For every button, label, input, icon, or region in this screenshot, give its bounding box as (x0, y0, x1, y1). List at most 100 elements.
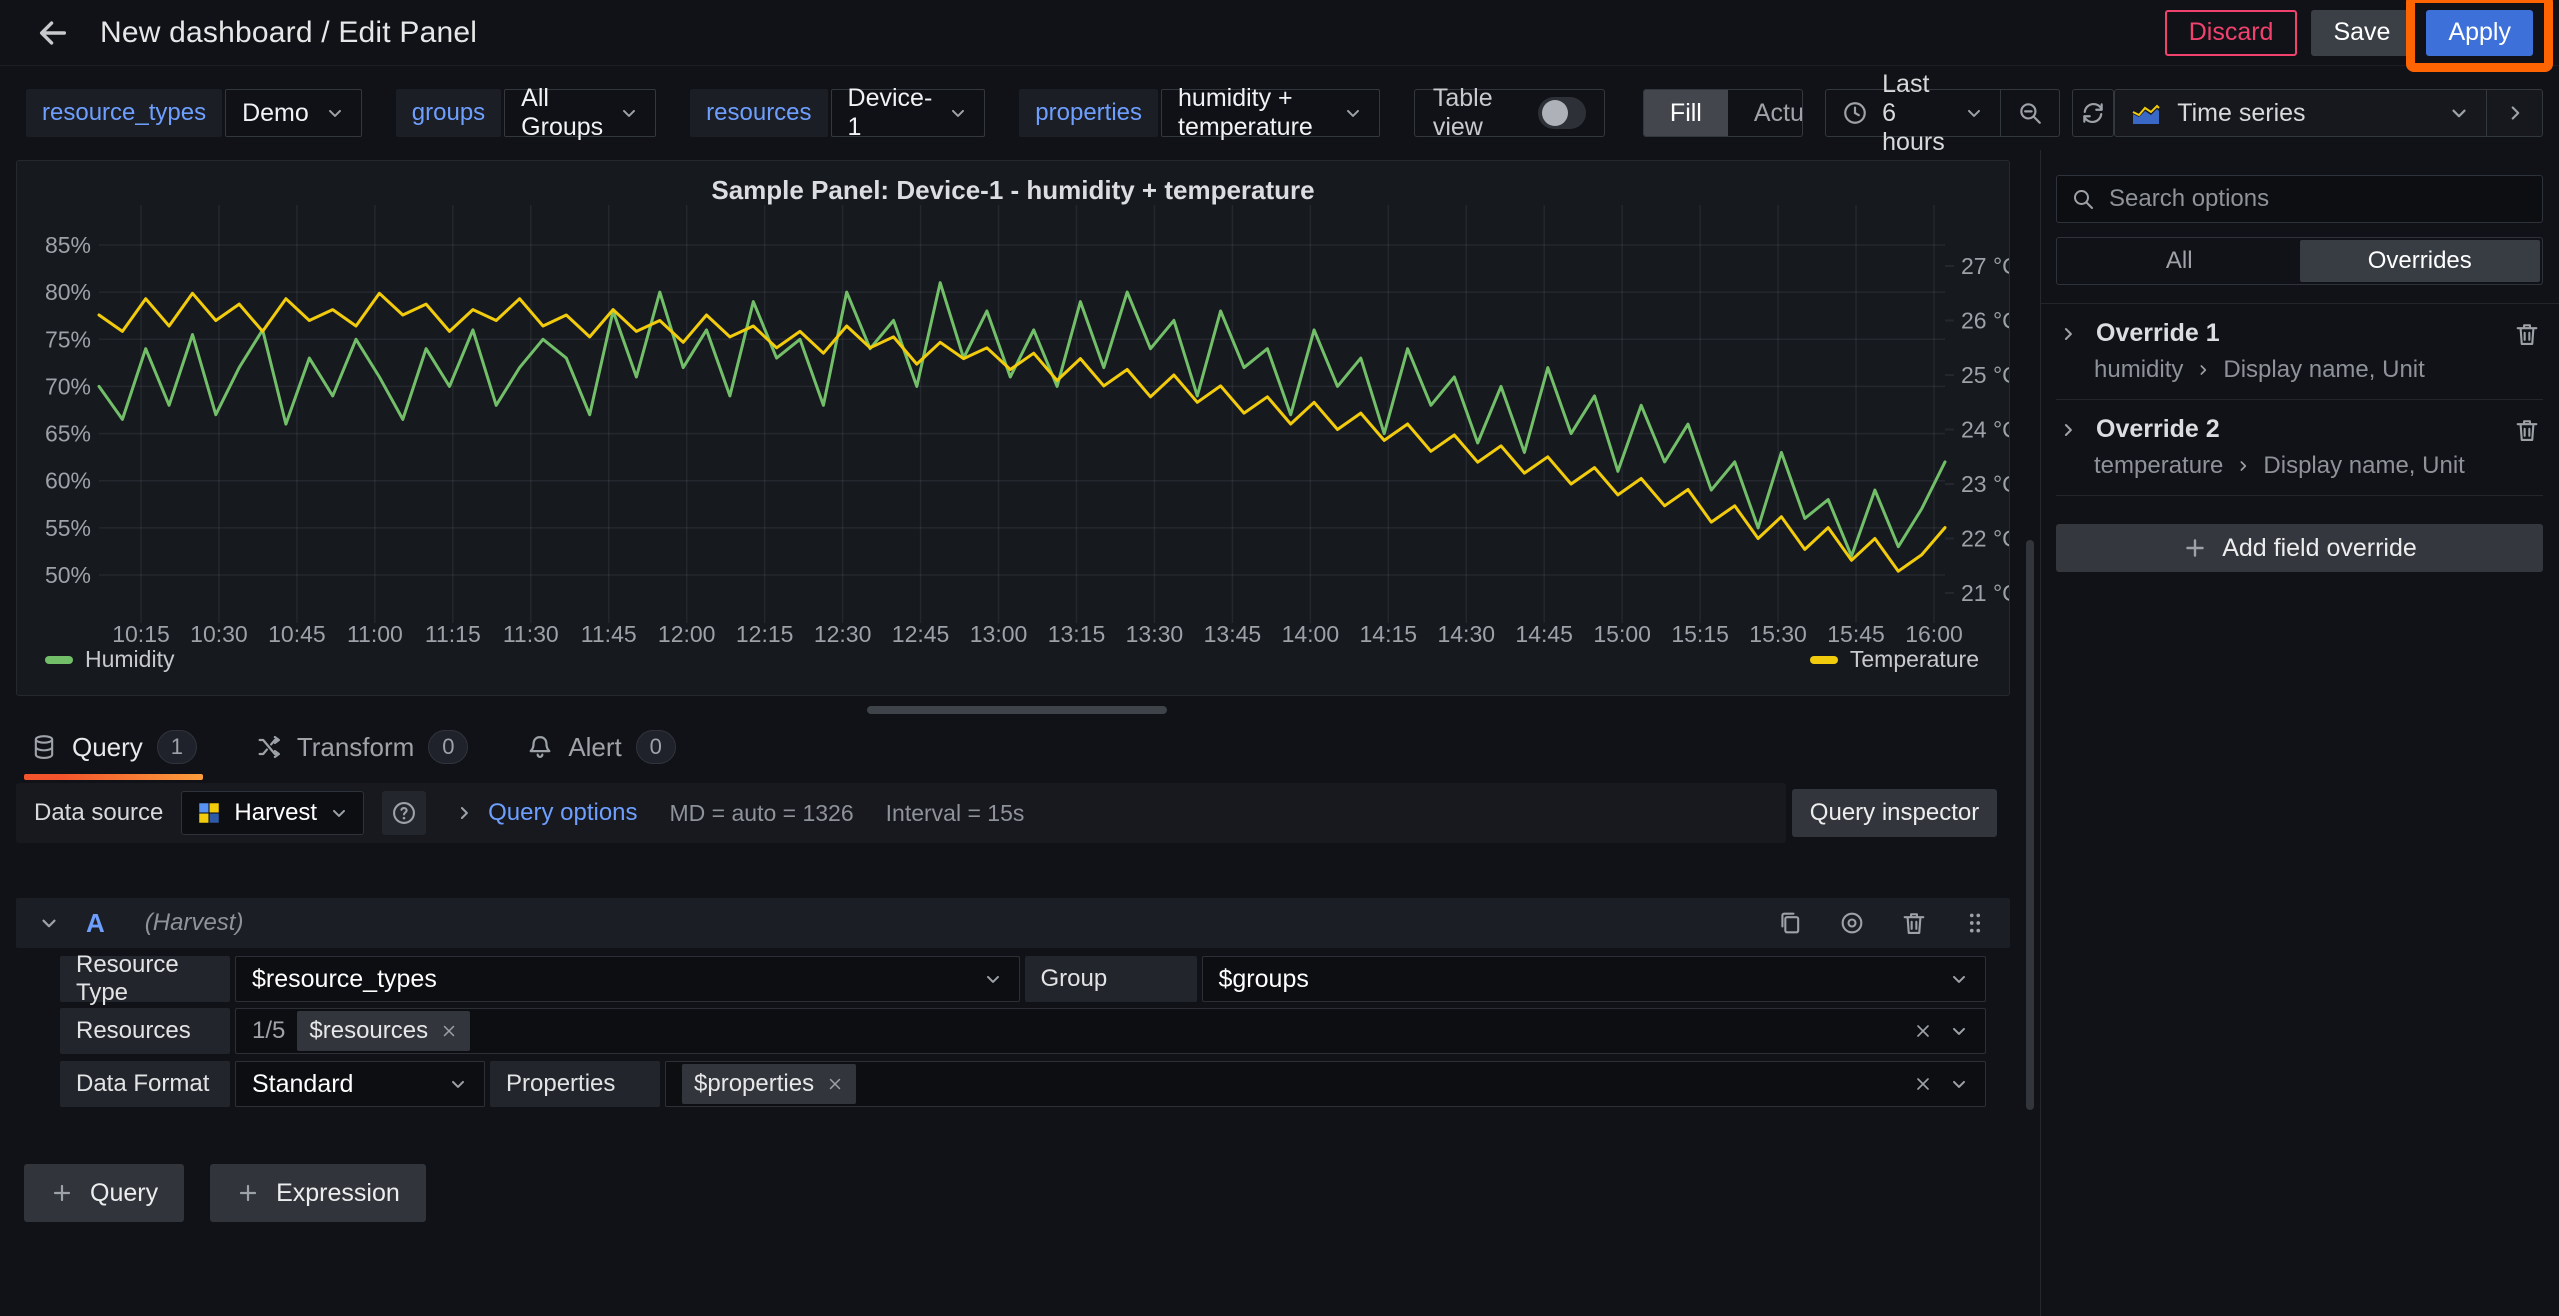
tab-query[interactable]: Query 1 (30, 730, 197, 780)
delete-override-icon[interactable] (2513, 416, 2541, 444)
variable-value-dropdown[interactable]: humidity + temperature (1161, 89, 1380, 137)
visualization-picker[interactable]: Time series (2114, 89, 2543, 137)
properties-tag[interactable]: $properties (682, 1064, 856, 1104)
chevron-down-icon (1964, 103, 1984, 123)
variable-resource-types: resource_types Demo (26, 89, 362, 137)
tab-alert[interactable]: Alert 0 (526, 730, 675, 780)
query-count-badge: 1 (157, 730, 197, 764)
search-input[interactable] (2109, 185, 2528, 213)
clear-all-icon[interactable] (1913, 1021, 1933, 1041)
chevron-down-icon (948, 103, 968, 123)
table-view-toggle[interactable] (1538, 97, 1586, 129)
tab-transform[interactable]: Transform 0 (255, 730, 469, 780)
chevron-down-icon (329, 803, 349, 823)
time-range-picker[interactable]: Last 6 hours (1825, 89, 2060, 137)
toggle-visibility-icon[interactable] (1838, 909, 1866, 937)
properties-multiselect[interactable]: $properties (665, 1061, 1986, 1107)
datasource-label: Data source (34, 799, 163, 827)
datasource-help-button[interactable] (382, 791, 426, 835)
svg-text:10:45: 10:45 (268, 621, 326, 647)
main-scrollbar-thumb[interactable] (2026, 540, 2034, 1110)
chevron-right-icon[interactable] (2058, 324, 2078, 344)
add-query-button[interactable]: Query (24, 1164, 184, 1222)
svg-text:25 °C: 25 °C (1961, 362, 2009, 388)
remove-tag-icon[interactable] (826, 1075, 844, 1093)
timeseries-viz-icon (2131, 100, 2161, 126)
svg-text:80%: 80% (45, 279, 91, 305)
resource-type-select[interactable]: $resource_types (235, 956, 1020, 1002)
override-summary: temperature Display name, Unit (2094, 452, 2541, 480)
add-expression-button[interactable]: Expression (210, 1164, 426, 1222)
query-options-toggle[interactable]: Query options (454, 799, 637, 827)
fill-segment[interactable]: Fill (1644, 90, 1728, 136)
plus-icon (50, 1181, 74, 1205)
data-format-label: Data Format (60, 1061, 230, 1107)
refresh-icon (2080, 100, 2106, 126)
variable-value-dropdown[interactable]: All Groups (504, 89, 656, 137)
chevron-down-icon (619, 103, 639, 123)
variable-value-dropdown[interactable]: Device-1 (831, 89, 986, 137)
override-1-row[interactable]: Override 1 humidity Display name, Unit (2056, 304, 2543, 400)
resources-multiselect[interactable]: 1/5 $resources (235, 1008, 1986, 1054)
override-2-row[interactable]: Override 2 temperature Display name, Uni… (2056, 400, 2543, 496)
datasource-select[interactable]: Harvest (181, 791, 364, 835)
delete-query-icon[interactable] (1900, 909, 1928, 937)
tab-overrides[interactable]: Overrides (2300, 240, 2541, 282)
svg-text:14:00: 14:00 (1282, 621, 1340, 647)
svg-text:12:15: 12:15 (736, 621, 794, 647)
delete-override-icon[interactable] (2513, 320, 2541, 348)
save-button[interactable]: Save (2311, 10, 2412, 56)
remove-tag-icon[interactable] (440, 1022, 458, 1040)
query-inspector-button[interactable]: Query inspector (1792, 789, 1997, 837)
svg-text:14:30: 14:30 (1437, 621, 1495, 647)
svg-text:23 °C: 23 °C (1961, 471, 2009, 497)
override-title: Override 1 (2096, 319, 2220, 348)
back-arrow-icon[interactable] (36, 16, 70, 50)
tab-all[interactable]: All (2059, 240, 2300, 282)
time-series-chart: 85%80%75%70%65%60%55%50%27 °C26 °C25 °C2… (17, 161, 2009, 695)
interval-text: Interval = 15s (886, 800, 1025, 827)
query-a-header[interactable]: A (Harvest) (16, 898, 2010, 948)
zoom-out-time-button[interactable] (2000, 90, 2059, 136)
query-actions (1776, 909, 1988, 937)
svg-text:27 °C: 27 °C (1961, 253, 2009, 279)
time-range-label: Last 6 hours (1882, 70, 1950, 157)
chevron-right-icon (454, 803, 474, 823)
svg-text:65%: 65% (45, 421, 91, 447)
drag-grip-icon[interactable] (1962, 910, 1988, 936)
variable-value-dropdown[interactable]: Demo (225, 89, 362, 137)
variable-label: resources (690, 89, 827, 137)
collapse-chevron-icon[interactable] (38, 912, 60, 934)
group-select[interactable]: $groups (1202, 956, 1987, 1002)
resources-tag[interactable]: $resources (297, 1011, 470, 1051)
database-icon (30, 733, 58, 761)
svg-text:14:15: 14:15 (1360, 621, 1418, 647)
humidity-legend-swatch (45, 656, 73, 664)
legend-item-humidity[interactable]: Humidity (45, 646, 174, 673)
panel-resize-handle[interactable] (867, 706, 1167, 714)
resources-label: Resources (60, 1008, 230, 1054)
options-search-box[interactable] (2056, 175, 2543, 223)
actual-segment[interactable]: Actual (1728, 90, 1803, 136)
clear-all-icon[interactable] (1913, 1074, 1933, 1094)
query-row-resources: Resources 1/5 $resources (60, 1008, 1986, 1054)
data-format-select[interactable]: Standard (235, 1061, 485, 1107)
duplicate-query-icon[interactable] (1776, 909, 1804, 937)
discard-button[interactable]: Discard (2165, 10, 2298, 56)
apply-button[interactable]: Apply (2426, 10, 2533, 56)
collapse-options-pane-button[interactable] (2486, 90, 2542, 136)
options-filter-tabs: All Overrides (2056, 237, 2543, 285)
svg-text:15:45: 15:45 (1827, 621, 1885, 647)
refresh-button[interactable] (2072, 89, 2114, 137)
legend-item-temperature[interactable]: Temperature (1810, 646, 1979, 673)
chevron-down-icon (325, 103, 345, 123)
chevron-right-icon[interactable] (2058, 420, 2078, 440)
chevron-down-icon (1949, 969, 1969, 989)
svg-text:11:00: 11:00 (347, 621, 403, 647)
query-datasource-name: (Harvest) (145, 909, 244, 937)
legend-label: Humidity (85, 646, 174, 673)
search-icon (2071, 187, 2095, 211)
resource-type-label: Resource Type (60, 956, 230, 1002)
variable-label: properties (1019, 89, 1158, 137)
add-field-override-button[interactable]: Add field override (2056, 524, 2543, 572)
